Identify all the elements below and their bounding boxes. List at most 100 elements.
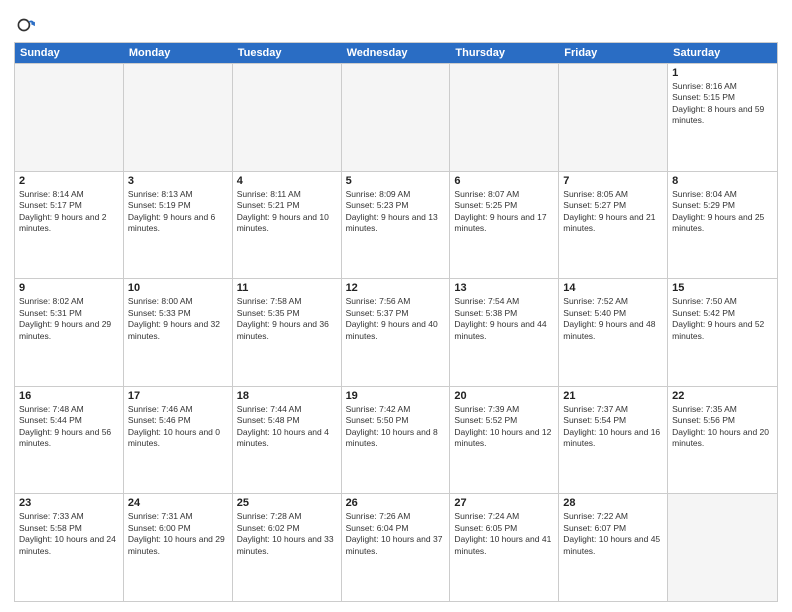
header-day-monday: Monday xyxy=(124,43,233,63)
week-row-0: 1 Sunrise: 8:16 AM Sunset: 5:15 PM Daylig… xyxy=(15,63,777,171)
day-number: 18 xyxy=(237,390,337,402)
cal-cell: 13 Sunrise: 7:54 AM Sunset: 5:38 PM Dayli… xyxy=(450,279,559,386)
calendar-header: SundayMondayTuesdayWednesdayThursdayFrid… xyxy=(15,43,777,63)
day-info: Sunrise: 7:56 AM Sunset: 5:37 PM Dayligh… xyxy=(346,296,446,342)
cal-cell: 15 Sunrise: 7:50 AM Sunset: 5:42 PM Dayli… xyxy=(668,279,777,386)
day-number: 27 xyxy=(454,497,554,509)
day-info: Sunrise: 8:11 AM Sunset: 5:21 PM Dayligh… xyxy=(237,189,337,235)
day-info: Sunrise: 7:58 AM Sunset: 5:35 PM Dayligh… xyxy=(237,296,337,342)
cal-cell xyxy=(233,64,342,171)
day-number: 1 xyxy=(672,67,773,79)
cal-cell xyxy=(450,64,559,171)
cal-cell: 10Sunrise: 8:00 AM Sunset: 5:33 PM Dayli… xyxy=(124,279,233,386)
day-info: Sunrise: 7:37 AM Sunset: 5:54 PM Dayligh… xyxy=(563,404,663,450)
header-day-friday: Friday xyxy=(559,43,668,63)
header-day-saturday: Saturday xyxy=(668,43,777,63)
day-info: Sunrise: 8:05 AM Sunset: 5:27 PM Dayligh… xyxy=(563,189,663,235)
day-number: 2 xyxy=(19,175,119,187)
cal-cell xyxy=(342,64,451,171)
week-row-4: 23 Sunrise: 7:33 AM Sunset: 5:58 PM Dayli… xyxy=(15,493,777,601)
cal-cell: 14 Sunrise: 7:52 AM Sunset: 5:40 PM Dayli… xyxy=(559,279,668,386)
day-number: 3 xyxy=(128,175,228,187)
cal-cell: 23 Sunrise: 7:33 AM Sunset: 5:58 PM Dayli… xyxy=(15,494,124,601)
cal-cell: 16 Sunrise: 7:48 AM Sunset: 5:44 PM Dayli… xyxy=(15,387,124,494)
day-info: Sunrise: 8:04 AM Sunset: 5:29 PM Dayligh… xyxy=(672,189,773,235)
day-number: 12 xyxy=(346,282,446,294)
cal-cell xyxy=(668,494,777,601)
day-number: 16 xyxy=(19,390,119,402)
day-info: Sunrise: 7:42 AM Sunset: 5:50 PM Dayligh… xyxy=(346,404,446,450)
day-info: Sunrise: 7:35 AM Sunset: 5:56 PM Dayligh… xyxy=(672,404,773,450)
cal-cell xyxy=(559,64,668,171)
day-info: Sunrise: 7:26 AM Sunset: 6:04 PM Dayligh… xyxy=(346,511,446,557)
day-info: Sunrise: 7:46 AM Sunset: 5:46 PM Dayligh… xyxy=(128,404,228,450)
day-info: Sunrise: 7:50 AM Sunset: 5:42 PM Dayligh… xyxy=(672,296,773,342)
day-info: Sunrise: 7:28 AM Sunset: 6:02 PM Dayligh… xyxy=(237,511,337,557)
day-number: 6 xyxy=(454,175,554,187)
header-day-sunday: Sunday xyxy=(15,43,124,63)
day-number: 28 xyxy=(563,497,663,509)
week-row-2: 9 Sunrise: 8:02 AM Sunset: 5:31 PM Daylig… xyxy=(15,278,777,386)
day-info: Sunrise: 7:48 AM Sunset: 5:44 PM Dayligh… xyxy=(19,404,119,450)
day-info: Sunrise: 8:16 AM Sunset: 5:15 PM Dayligh… xyxy=(672,81,773,127)
day-number: 20 xyxy=(454,390,554,402)
calendar: SundayMondayTuesdayWednesdayThursdayFrid… xyxy=(14,42,778,602)
header-day-wednesday: Wednesday xyxy=(342,43,451,63)
day-number: 13 xyxy=(454,282,554,294)
day-info: Sunrise: 7:22 AM Sunset: 6:07 PM Dayligh… xyxy=(563,511,663,557)
week-row-3: 16 Sunrise: 7:48 AM Sunset: 5:44 PM Dayli… xyxy=(15,386,777,494)
day-number: 5 xyxy=(346,175,446,187)
day-info: Sunrise: 8:07 AM Sunset: 5:25 PM Dayligh… xyxy=(454,189,554,235)
cal-cell: 26 Sunrise: 7:26 AM Sunset: 6:04 PM Dayli… xyxy=(342,494,451,601)
cal-cell: 1 Sunrise: 8:16 AM Sunset: 5:15 PM Daylig… xyxy=(668,64,777,171)
day-number: 17 xyxy=(128,390,228,402)
day-number: 4 xyxy=(237,175,337,187)
day-info: Sunrise: 7:33 AM Sunset: 5:58 PM Dayligh… xyxy=(19,511,119,557)
cal-cell: 21 Sunrise: 7:37 AM Sunset: 5:54 PM Dayli… xyxy=(559,387,668,494)
cal-cell: 11 Sunrise: 7:58 AM Sunset: 5:35 PM Dayli… xyxy=(233,279,342,386)
day-info: Sunrise: 7:52 AM Sunset: 5:40 PM Dayligh… xyxy=(563,296,663,342)
cal-cell xyxy=(15,64,124,171)
cal-cell: 3 Sunrise: 8:13 AM Sunset: 5:19 PM Daylig… xyxy=(124,172,233,279)
calendar-body: 1 Sunrise: 8:16 AM Sunset: 5:15 PM Daylig… xyxy=(15,63,777,601)
day-info: Sunrise: 7:39 AM Sunset: 5:52 PM Dayligh… xyxy=(454,404,554,450)
cal-cell: 5Sunrise: 8:09 AM Sunset: 5:23 PM Daylig… xyxy=(342,172,451,279)
cal-cell: 7 Sunrise: 8:05 AM Sunset: 5:27 PM Daylig… xyxy=(559,172,668,279)
day-number: 14 xyxy=(563,282,663,294)
day-number: 19 xyxy=(346,390,446,402)
day-number: 23 xyxy=(19,497,119,509)
cal-cell: 6 Sunrise: 8:07 AM Sunset: 5:25 PM Daylig… xyxy=(450,172,559,279)
day-number: 7 xyxy=(563,175,663,187)
logo xyxy=(14,14,40,36)
cal-cell: 24Sunrise: 7:31 AM Sunset: 6:00 PM Dayli… xyxy=(124,494,233,601)
day-number: 26 xyxy=(346,497,446,509)
day-number: 9 xyxy=(19,282,119,294)
day-number: 22 xyxy=(672,390,773,402)
cal-cell: 9 Sunrise: 8:02 AM Sunset: 5:31 PM Daylig… xyxy=(15,279,124,386)
cal-cell: 25 Sunrise: 7:28 AM Sunset: 6:02 PM Dayli… xyxy=(233,494,342,601)
day-info: Sunrise: 7:24 AM Sunset: 6:05 PM Dayligh… xyxy=(454,511,554,557)
day-number: 15 xyxy=(672,282,773,294)
cal-cell: 27 Sunrise: 7:24 AM Sunset: 6:05 PM Dayli… xyxy=(450,494,559,601)
cal-cell xyxy=(124,64,233,171)
day-number: 11 xyxy=(237,282,337,294)
cal-cell: 17 Sunrise: 7:46 AM Sunset: 5:46 PM Dayli… xyxy=(124,387,233,494)
header-day-tuesday: Tuesday xyxy=(233,43,342,63)
cal-cell: 20 Sunrise: 7:39 AM Sunset: 5:52 PM Dayli… xyxy=(450,387,559,494)
day-number: 21 xyxy=(563,390,663,402)
day-info: Sunrise: 7:44 AM Sunset: 5:48 PM Dayligh… xyxy=(237,404,337,450)
cal-cell: 18 Sunrise: 7:44 AM Sunset: 5:48 PM Dayli… xyxy=(233,387,342,494)
day-info: Sunrise: 8:00 AM Sunset: 5:33 PM Dayligh… xyxy=(128,296,228,342)
week-row-1: 2 Sunrise: 8:14 AM Sunset: 5:17 PM Daylig… xyxy=(15,171,777,279)
cal-cell: 2 Sunrise: 8:14 AM Sunset: 5:17 PM Daylig… xyxy=(15,172,124,279)
day-number: 8 xyxy=(672,175,773,187)
day-info: Sunrise: 8:14 AM Sunset: 5:17 PM Dayligh… xyxy=(19,189,119,235)
header-day-thursday: Thursday xyxy=(450,43,559,63)
day-info: Sunrise: 8:02 AM Sunset: 5:31 PM Dayligh… xyxy=(19,296,119,342)
cal-cell: 22 Sunrise: 7:35 AM Sunset: 5:56 PM Dayli… xyxy=(668,387,777,494)
cal-cell: 28 Sunrise: 7:22 AM Sunset: 6:07 PM Dayli… xyxy=(559,494,668,601)
day-info: Sunrise: 8:13 AM Sunset: 5:19 PM Dayligh… xyxy=(128,189,228,235)
day-info: Sunrise: 7:31 AM Sunset: 6:00 PM Dayligh… xyxy=(128,511,228,557)
day-info: Sunrise: 7:54 AM Sunset: 5:38 PM Dayligh… xyxy=(454,296,554,342)
day-number: 25 xyxy=(237,497,337,509)
